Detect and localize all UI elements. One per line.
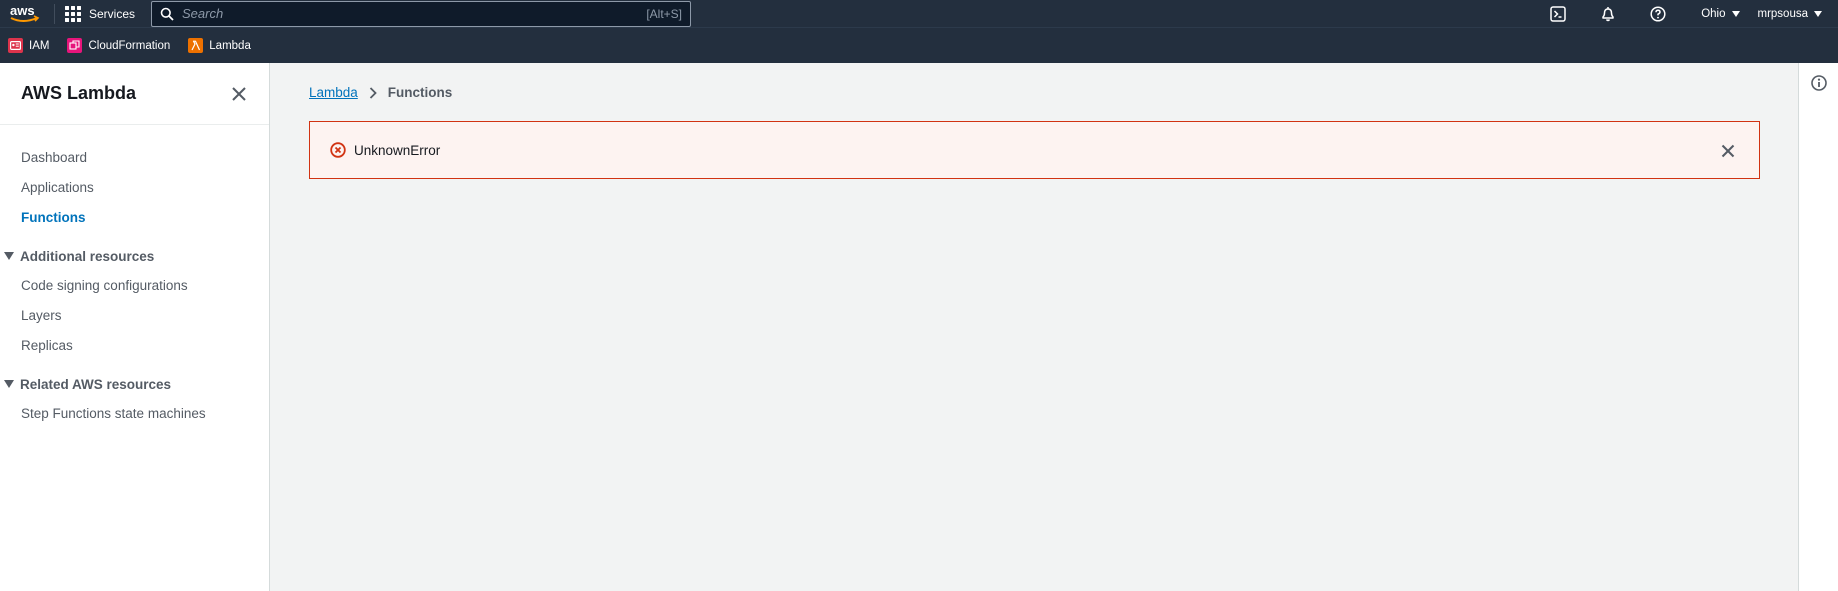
nav-divider (54, 3, 55, 24)
error-icon (330, 142, 346, 158)
favorite-iam[interactable]: IAM (8, 38, 49, 53)
region-selector[interactable]: Ohio (1683, 8, 1757, 20)
favorite-lambda[interactable]: Lambda (188, 38, 251, 53)
sidebar-item-step-functions-state-machines[interactable]: Step Functions state machines (0, 400, 269, 430)
close-sidebar-button[interactable] (229, 84, 249, 104)
sidebar-title: AWS Lambda (21, 83, 137, 103)
services-menu-button[interactable]: Services (65, 5, 151, 22)
search-input[interactable] (182, 6, 647, 21)
search-shortcut-hint: [Alt+S] (646, 6, 683, 21)
cloudshell-button[interactable] (1533, 0, 1583, 27)
notifications-icon (1602, 6, 1614, 21)
lambda-icon (188, 38, 204, 53)
breadcrumb-link-lambda[interactable]: Lambda (309, 85, 358, 100)
top-navigation: aws Services [Alt+S] (0, 0, 1838, 27)
aws-logo[interactable]: aws (4, 0, 46, 27)
search-box[interactable]: [Alt+S] (151, 0, 692, 27)
close-icon (1721, 144, 1735, 158)
favorite-label: CloudFormation (88, 39, 171, 52)
cloudformation-icon (67, 38, 83, 53)
info-icon (1811, 75, 1827, 91)
alert-message: UnknownError (354, 142, 441, 158)
caret-down-icon (4, 252, 14, 260)
user-label: mrpsousa (1757, 7, 1809, 20)
favorite-label: Lambda (209, 39, 251, 52)
region-label: Ohio (1701, 7, 1726, 20)
breadcrumb: Lambda Functions (309, 85, 452, 100)
notifications-button[interactable] (1583, 0, 1633, 27)
cloudshell-icon (1550, 5, 1566, 22)
sidebar-section-related-aws-resources[interactable]: Related AWS resources (0, 368, 269, 400)
dismiss-alert-button[interactable] (1719, 142, 1737, 160)
chevron-right-icon (369, 86, 377, 99)
chevron-down-icon (1814, 10, 1822, 17)
favorites-bar: IAM CloudFormation Lambda (0, 27, 1838, 63)
favorite-cloudformation[interactable]: CloudFormation (67, 38, 170, 53)
favorite-label: IAM (29, 39, 50, 52)
caret-down-icon (4, 380, 14, 388)
section-label: Related AWS resources (20, 376, 172, 392)
sidebar-item-functions[interactable]: Functions (0, 204, 269, 234)
aws-logo-icon: aws (10, 3, 40, 22)
sidebar-item-code-signing-configurations[interactable]: Code signing configurations (0, 272, 269, 302)
sidebar-item-replicas[interactable]: Replicas (0, 332, 269, 362)
services-grid-icon (65, 5, 81, 22)
info-panel-button[interactable] (1810, 74, 1828, 92)
nav-right-group: Ohio mrpsousa (1533, 0, 1838, 27)
sidebar-item-applications[interactable]: Applications (0, 174, 269, 204)
sidebar-item-dashboard[interactable]: Dashboard (0, 144, 269, 174)
help-icon (1650, 5, 1666, 22)
sidebar-nav: Dashboard Applications Functions Additio… (0, 125, 269, 430)
section-label: Additional resources (20, 248, 155, 264)
close-icon (232, 87, 246, 101)
error-alert: UnknownError (309, 121, 1760, 179)
breadcrumb-current: Functions (387, 85, 453, 100)
tools-panel-rail (1798, 63, 1838, 591)
search-icon (160, 7, 174, 21)
sidebar-section-additional-resources[interactable]: Additional resources (0, 240, 269, 272)
help-button[interactable] (1633, 0, 1683, 27)
services-label: Services (89, 6, 136, 21)
aws-logo-text: aws (10, 3, 35, 18)
chevron-down-icon (1731, 10, 1740, 17)
account-menu[interactable]: mrpsousa (1758, 8, 1838, 20)
sidebar-item-layers[interactable]: Layers (0, 302, 269, 332)
sidebar: AWS Lambda Dashboard Applications Functi… (0, 63, 270, 591)
iam-icon (8, 38, 23, 53)
